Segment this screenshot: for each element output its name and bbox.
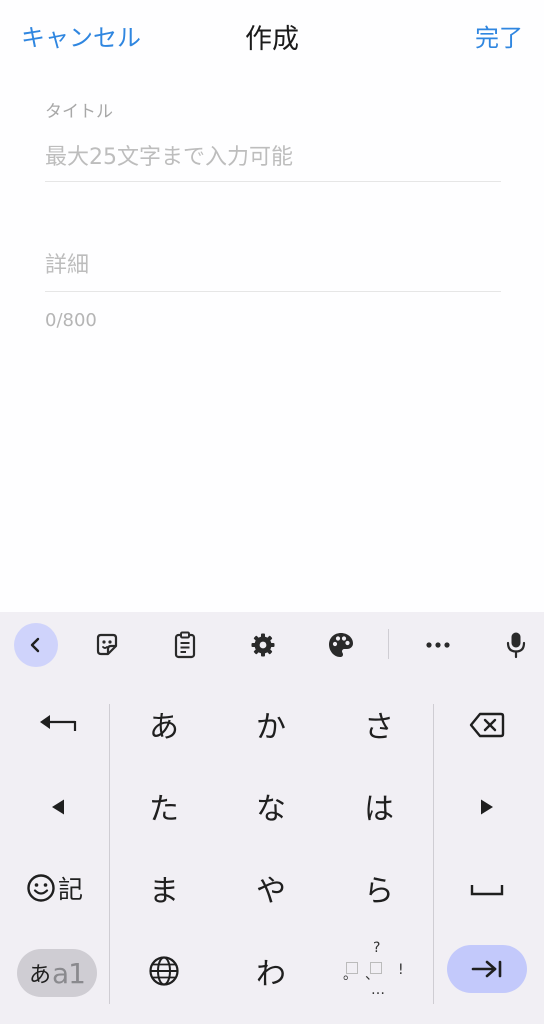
keyboard-divider-left <box>109 704 110 1004</box>
mode-kana-label: あ <box>29 963 52 988</box>
toolbar-separator <box>388 629 389 659</box>
backspace-key[interactable] <box>459 703 515 747</box>
globe-icon <box>149 956 179 986</box>
space-icon <box>470 885 504 896</box>
page-title: 作成 <box>245 24 299 55</box>
more-icon[interactable] <box>416 623 460 667</box>
cursor-right-key[interactable] <box>459 785 515 829</box>
gear-icon[interactable] <box>241 623 285 667</box>
kana-key-na[interactable]: な <box>221 770 321 842</box>
kana-key-ka[interactable]: か <box>221 688 321 760</box>
kana-key-ha[interactable]: は <box>329 770 429 842</box>
palette-icon[interactable] <box>319 623 363 667</box>
globe-key[interactable] <box>114 935 214 1007</box>
backspace-icon <box>469 712 505 738</box>
kana-key-ta[interactable]: た <box>114 770 214 842</box>
kana-key-sa[interactable]: さ <box>329 688 429 760</box>
input-mode-key[interactable]: あ a1 <box>17 949 97 997</box>
done-button[interactable]: 完了 <box>475 18 523 53</box>
kana-key-ra[interactable]: ら <box>329 852 429 924</box>
keyboard-toolbar <box>0 612 544 678</box>
header: キャンセル 作成 完了 <box>0 0 544 70</box>
chevron-left-icon[interactable] <box>14 623 58 667</box>
title-divider <box>45 181 501 182</box>
title-input[interactable] <box>45 134 501 180</box>
sticker-icon[interactable] <box>85 623 129 667</box>
cursor-left-key[interactable] <box>26 785 90 829</box>
microphone-icon[interactable] <box>494 623 538 667</box>
undo-key[interactable] <box>26 702 90 746</box>
create-screen: キャンセル 作成 完了 タイトル 0/800 <box>0 0 544 1024</box>
punct-exclaim: ! <box>398 962 404 978</box>
keyboard-divider-right <box>433 704 434 1004</box>
kana-key-ma[interactable]: ま <box>114 852 214 924</box>
emoji-symbol-key[interactable]: 記 <box>26 866 96 910</box>
enter-key[interactable] <box>447 945 527 993</box>
kana-key-wa[interactable]: わ <box>221 935 321 1007</box>
smiley-icon <box>27 874 55 902</box>
detail-input[interactable] <box>45 242 501 288</box>
clipboard-icon[interactable] <box>163 623 207 667</box>
kigou-label: 記 <box>58 875 84 904</box>
punct-question: ? <box>373 940 381 956</box>
mode-alpha-label: a1 <box>52 956 86 990</box>
detail-divider <box>45 291 501 292</box>
punct-period: 。 <box>343 967 357 983</box>
title-label: タイトル <box>45 102 113 122</box>
character-counter: 0/800 <box>45 310 97 331</box>
kana-key-ya[interactable]: や <box>221 852 321 924</box>
keyboard: 記 あ a1 あ か さ た な は ま や ら わ ? 。 、 ! … <box>0 612 544 1024</box>
punctuation-key[interactable]: ? 。 、 ! … <box>340 940 416 1004</box>
kana-key-a[interactable]: あ <box>114 688 214 760</box>
punct-comma: 、 <box>365 967 379 983</box>
next-arrow-icon <box>471 960 502 978</box>
space-key[interactable] <box>459 868 515 912</box>
punct-ellipsis: … <box>371 982 385 998</box>
